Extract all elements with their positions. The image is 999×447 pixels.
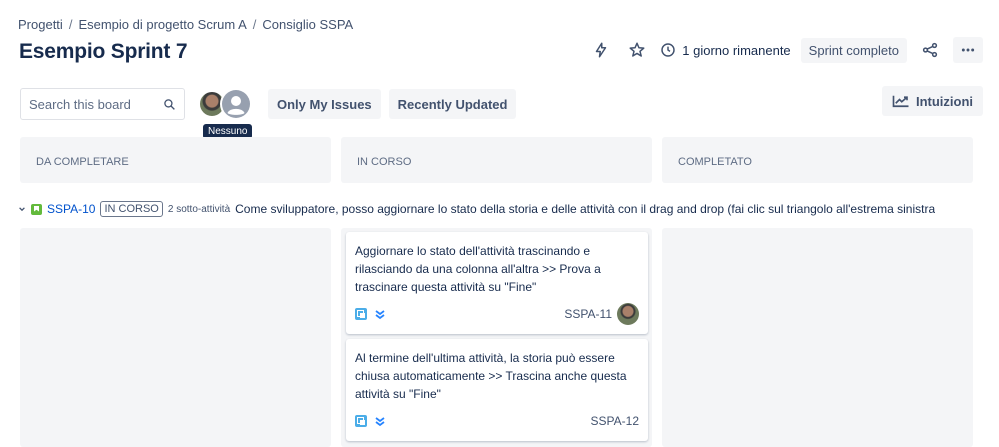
card-issue-key: SSPA-12 (590, 414, 639, 428)
column-header-done: COMPLETATO (662, 137, 973, 183)
subtask-count: 2 sotto-attività (167, 203, 231, 215)
column-header-in-progress: IN CORSO (341, 137, 652, 183)
star-icon (629, 42, 645, 57)
breadcrumb: Progetti / Esempio di progetto Scrum A /… (18, 17, 353, 32)
header-actions: 1 giorno rimanente Sprint completo (588, 37, 983, 63)
remaining-text: 1 giorno rimanente (682, 42, 791, 58)
issue-card[interactable]: Aggiornare lo stato dell'attività trasci… (346, 232, 648, 334)
search-box[interactable] (20, 88, 185, 120)
priority-low-icon (375, 417, 385, 427)
card-issue-key: SSPA-11 (564, 307, 612, 321)
subtask-icon (355, 415, 367, 427)
card-footer: SSPA-11 (355, 303, 639, 325)
card-summary: Aggiornare lo stato dell'attività trasci… (355, 244, 601, 294)
only-my-issues-button[interactable]: Only My Issues (268, 89, 381, 119)
automation-button[interactable] (588, 37, 614, 63)
breadcrumb-board[interactable]: Consiglio SSPA (262, 17, 353, 32)
breadcrumb-separator: / (252, 17, 257, 32)
column-header-todo: DA COMPLETARE (20, 137, 331, 183)
more-icon (961, 48, 975, 52)
breadcrumb-project[interactable]: Esempio di progetto Scrum A (78, 17, 246, 32)
clock-icon (661, 43, 675, 57)
issue-card[interactable]: Al termine dell'ultima attività, la stor… (346, 339, 648, 441)
page-title: Esempio Sprint 7 (19, 40, 188, 63)
status-badge: IN CORSO (100, 201, 163, 217)
search-icon (164, 98, 175, 110)
priority-low-icon (375, 310, 385, 320)
search-input[interactable] (29, 96, 149, 112)
breadcrumb-projects[interactable]: Progetti (18, 17, 63, 32)
user-icon (222, 90, 250, 118)
complete-sprint-button[interactable]: Sprint completo (800, 37, 907, 63)
breadcrumb-separator: / (68, 17, 73, 32)
chevron-down-icon[interactable] (18, 205, 26, 213)
column-todo[interactable] (20, 228, 331, 447)
insights-button[interactable]: Intuizioni (881, 86, 983, 116)
trend-icon (892, 95, 909, 108)
assignee-filter: Nessuno (198, 88, 253, 139)
card-summary: Al termine dell'ultima attività, la stor… (355, 351, 627, 401)
share-icon (922, 42, 938, 58)
story-icon (31, 203, 42, 215)
recently-updated-button[interactable]: Recently Updated (388, 89, 517, 119)
subtask-icon (355, 308, 367, 320)
insights-label: Intuizioni (915, 93, 973, 109)
lightning-icon (596, 42, 607, 58)
swimlane-summary: Come sviluppatore, posso aggiornare lo s… (235, 202, 936, 216)
column-done[interactable] (662, 228, 973, 447)
swimlane-issue-key[interactable]: SSPA-10 (47, 202, 95, 216)
unassigned-avatar[interactable] (220, 88, 252, 120)
card-footer: SSPA-12 (355, 410, 639, 432)
board-toolbar: Nessuno Only My Issues Recently Updated (20, 87, 517, 139)
star-button[interactable] (624, 37, 650, 63)
share-button[interactable] (917, 37, 943, 63)
more-button[interactable] (953, 37, 983, 63)
swimlane-header[interactable]: SSPA-10 IN CORSO 2 sotto-attività Come s… (18, 200, 959, 218)
sprint-remaining: 1 giorno rimanente (660, 42, 791, 58)
avatar[interactable] (617, 303, 639, 325)
